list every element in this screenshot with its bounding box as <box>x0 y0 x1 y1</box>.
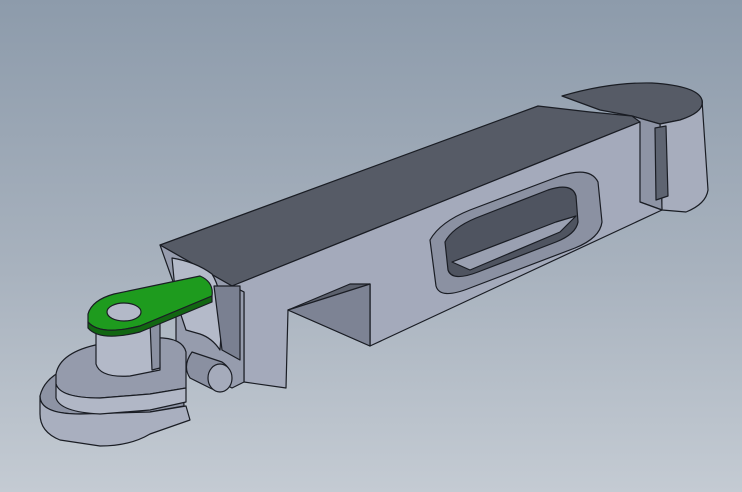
boss-shadow[interactable] <box>149 321 161 371</box>
cad-viewport[interactable] <box>0 0 742 492</box>
part-model[interactable] <box>0 0 742 492</box>
pin-end[interactable] <box>207 363 233 393</box>
right-cap-slot[interactable] <box>654 125 669 201</box>
pivot-tab-hole[interactable] <box>106 302 142 322</box>
